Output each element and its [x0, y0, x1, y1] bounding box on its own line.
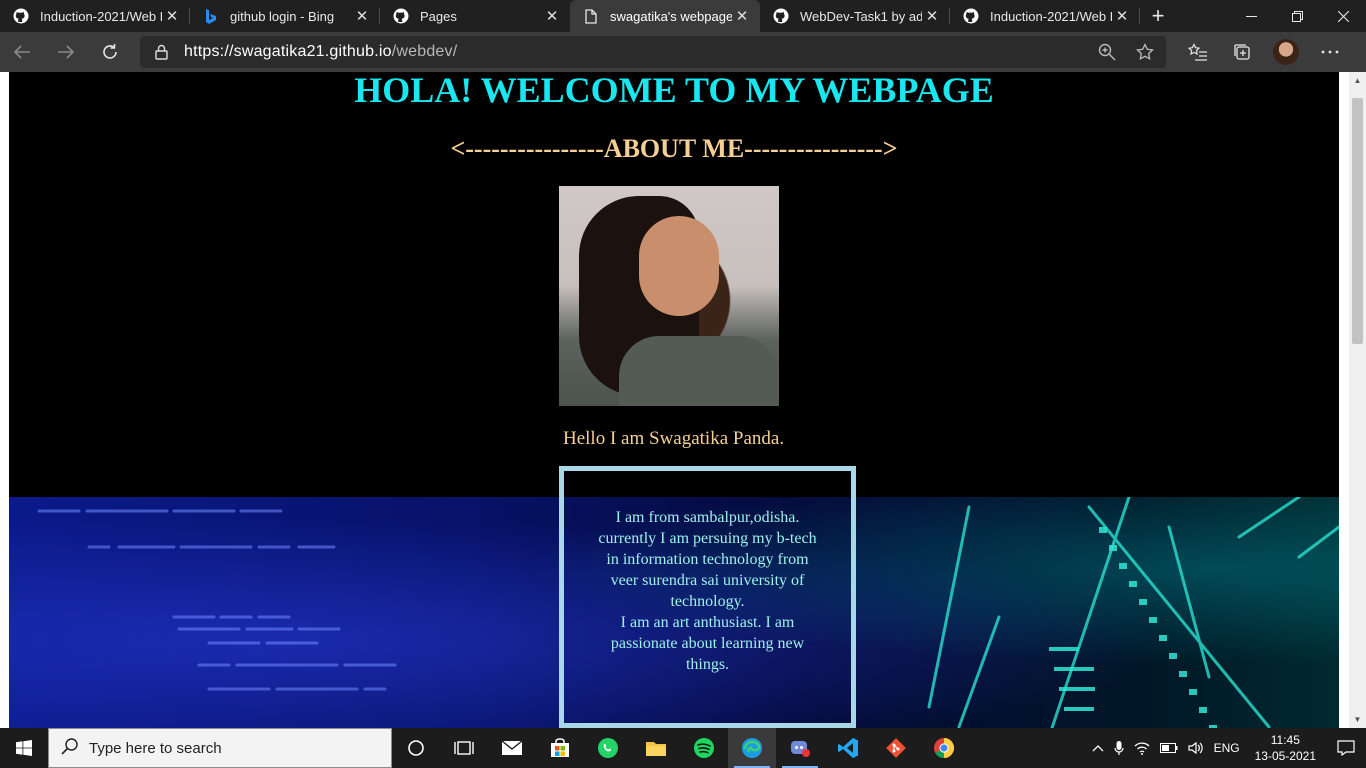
- browser-tab-strip: Induction-2021/Web Dev ✕ github login - …: [0, 0, 1366, 32]
- bio-line-hometown: I am from sambalpur,odisha.: [615, 509, 800, 526]
- edge-icon[interactable]: [728, 728, 776, 768]
- tab-title: Pages: [420, 8, 457, 24]
- tab-title: Induction-2021/Web Dev: [40, 8, 162, 24]
- collections-icon[interactable]: [1220, 32, 1264, 72]
- taskbar-search-box[interactable]: Type here to search: [48, 728, 392, 768]
- github-icon: [12, 7, 30, 25]
- chrome-icon[interactable]: [920, 728, 968, 768]
- bing-icon: [202, 7, 220, 25]
- battery-icon[interactable]: [1155, 743, 1183, 753]
- close-icon[interactable]: ✕: [732, 6, 752, 26]
- photo-face: [639, 216, 719, 316]
- clock-time: 11:45: [1270, 733, 1300, 747]
- bio-box: I am from sambalpur,odisha. currently I …: [559, 466, 856, 728]
- scrollbar-thumb[interactable]: [1352, 98, 1363, 344]
- discord-icon[interactable]: [776, 728, 824, 768]
- tab-induction-webdev-2[interactable]: Induction-2021/Web Dev ✕: [950, 0, 1140, 32]
- microphone-icon[interactable]: [1109, 740, 1129, 756]
- store-icon[interactable]: [536, 728, 584, 768]
- cortana-icon[interactable]: [392, 728, 440, 768]
- system-tray: ENG 11:45 13-05-2021: [1087, 728, 1366, 768]
- favorite-star-icon[interactable]: [1134, 41, 1156, 63]
- refresh-icon[interactable]: [88, 32, 132, 72]
- tab-title: github login - Bing: [230, 8, 335, 24]
- close-icon[interactable]: ✕: [922, 6, 942, 26]
- url-host: https://swagatika21.github.io: [184, 43, 392, 60]
- restore-icon[interactable]: [1274, 0, 1320, 32]
- bio-line-education: currently I am persuing my b-tech in inf…: [598, 530, 817, 610]
- bio-line-interests: I am an art anthusiast. I am passionate …: [610, 614, 805, 673]
- page-icon: [582, 7, 600, 25]
- close-icon[interactable]: ✕: [352, 6, 372, 26]
- browser-toolbar: https://swagatika21.github.io/webdev/: [0, 32, 1366, 72]
- close-window-icon[interactable]: [1320, 0, 1366, 32]
- mail-icon[interactable]: [488, 728, 536, 768]
- webpage: HOLA! WELCOME TO MY WEBPAGE <-----------…: [9, 72, 1339, 728]
- windows-taskbar: Type here to search ENG 11:45 13-05-2021: [0, 728, 1366, 768]
- minimize-icon[interactable]: [1228, 0, 1274, 32]
- tab-title: swagatika's webpage: [610, 8, 732, 24]
- spotify-icon[interactable]: [680, 728, 728, 768]
- close-icon[interactable]: ✕: [1112, 6, 1132, 26]
- notification-center-icon[interactable]: [1326, 728, 1366, 768]
- about-me-heading: <----------------ABOUT ME---------------…: [450, 134, 898, 163]
- photo-shirt: [619, 336, 779, 406]
- task-view-icon[interactable]: [440, 728, 488, 768]
- more-menu-icon[interactable]: [1308, 32, 1352, 72]
- tab-swagatika-webpage[interactable]: swagatika's webpage ✕: [570, 0, 760, 32]
- profile-photo: [559, 186, 779, 406]
- language-indicator[interactable]: ENG: [1209, 741, 1245, 755]
- github-icon: [962, 7, 980, 25]
- address-bar[interactable]: https://swagatika21.github.io/webdev/: [140, 36, 1166, 68]
- zoom-icon[interactable]: [1096, 41, 1118, 63]
- tab-bing-github-login[interactable]: github login - Bing ✕: [190, 0, 380, 32]
- back-icon[interactable]: [0, 32, 44, 72]
- whatsapp-icon[interactable]: [584, 728, 632, 768]
- tab-induction-webdev[interactable]: Induction-2021/Web Dev ✕: [0, 0, 190, 32]
- web-content-viewport: HOLA! WELCOME TO MY WEBPAGE <-----------…: [0, 72, 1366, 728]
- tab-title: WebDev-Task1 by adnan: [800, 8, 922, 24]
- vertical-scrollbar[interactable]: ▲ ▼: [1349, 72, 1366, 728]
- close-icon[interactable]: ✕: [162, 6, 182, 26]
- tab-title: Induction-2021/Web Dev: [990, 8, 1112, 24]
- git-icon[interactable]: [872, 728, 920, 768]
- show-hidden-icons-icon[interactable]: [1087, 744, 1109, 752]
- search-placeholder: Type here to search: [89, 739, 222, 757]
- url-text[interactable]: https://swagatika21.github.io/webdev/: [184, 43, 457, 61]
- github-icon: [392, 7, 410, 25]
- file-explorer-icon[interactable]: [632, 728, 680, 768]
- scroll-down-icon[interactable]: ▼: [1349, 711, 1366, 728]
- greeting-text: Hello I am Swagatika Panda.: [563, 428, 785, 449]
- favorites-list-icon[interactable]: [1176, 32, 1220, 72]
- page-heading: HOLA! WELCOME TO MY WEBPAGE: [354, 72, 994, 110]
- forward-icon[interactable]: [44, 32, 88, 72]
- wifi-icon[interactable]: [1129, 741, 1155, 755]
- volume-icon[interactable]: [1183, 741, 1209, 755]
- window-controls: [1228, 0, 1366, 32]
- new-tab-button[interactable]: +: [1140, 0, 1176, 32]
- url-path: /webdev/: [391, 43, 458, 60]
- github-icon: [772, 7, 790, 25]
- clock[interactable]: 11:45 13-05-2021: [1245, 732, 1326, 764]
- tab-webdev-task1[interactable]: WebDev-Task1 by adnan ✕: [760, 0, 950, 32]
- clock-date: 13-05-2021: [1254, 749, 1316, 763]
- close-icon[interactable]: ✕: [542, 6, 562, 26]
- tab-pages[interactable]: Pages ✕: [380, 0, 570, 32]
- search-icon: [61, 737, 79, 760]
- lock-icon[interactable]: [150, 44, 172, 60]
- vscode-icon[interactable]: [824, 728, 872, 768]
- scroll-up-icon[interactable]: ▲: [1349, 72, 1366, 89]
- profile-avatar[interactable]: [1264, 32, 1308, 72]
- windows-start-icon[interactable]: [0, 728, 48, 768]
